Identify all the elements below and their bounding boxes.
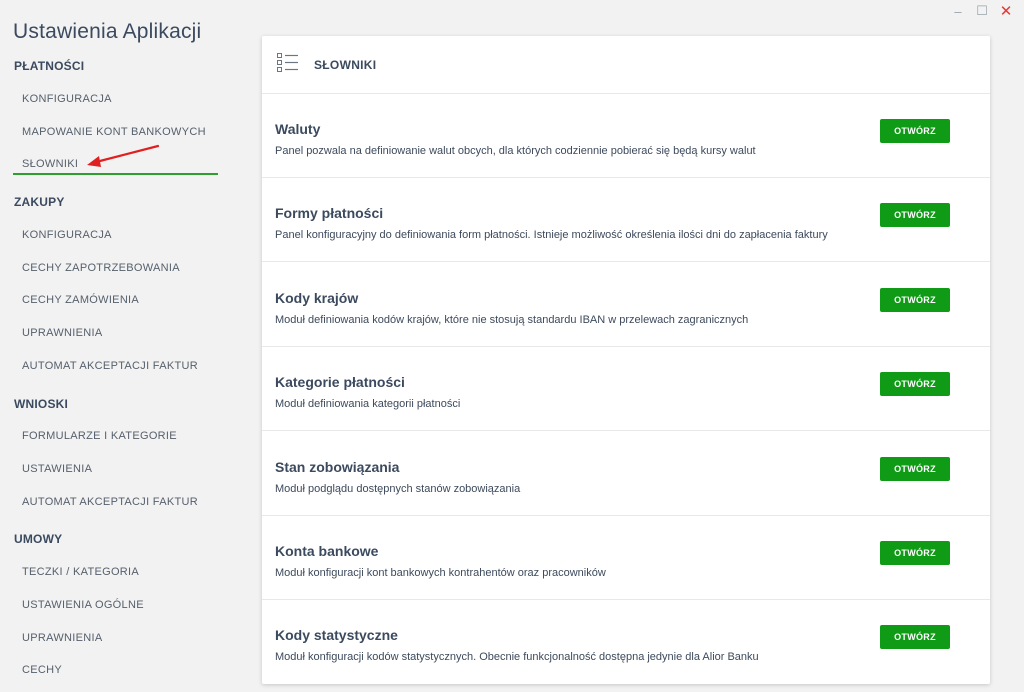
active-indicator <box>13 173 218 175</box>
open-button-formy-platnosci[interactable]: OTWÓRZ <box>880 203 950 227</box>
panel-title: SŁOWNIKI <box>314 58 377 72</box>
sidebar-item-cechy-zamowienia[interactable]: CECHY ZAMÓWIENIA <box>22 294 139 306</box>
list-icon <box>277 53 298 72</box>
list-item-kody-statystyczne: Kody statystyczne Moduł konfiguracji kod… <box>262 600 990 684</box>
item-title: Kody krajów <box>275 290 359 306</box>
list-item-konta-bankowe: Konta bankowe Moduł konfiguracji kont ba… <box>262 516 990 600</box>
item-description: Panel konfiguracyjny do definiowania for… <box>275 229 828 241</box>
maximize-icon[interactable]: ☐ <box>970 2 994 20</box>
section-platnosci: PŁATNOŚCI <box>14 59 85 73</box>
item-title: Stan zobowiązania <box>275 459 400 475</box>
sidebar-item-cechy-zapotrzebowania[interactable]: CECHY ZAPOTRZEBOWANIA <box>22 262 180 274</box>
section-umowy: UMOWY <box>14 532 63 546</box>
item-description: Moduł definiowania kategorii płatności <box>275 398 461 410</box>
sidebar-item-zakupy-uprawnienia[interactable]: UPRAWNIENIA <box>22 327 103 339</box>
list-item-kody-krajow: Kody krajów Moduł definiowania kodów kra… <box>262 263 990 347</box>
minimize-icon[interactable]: – <box>946 2 970 20</box>
app-title: Ustawienia Aplikacji <box>13 20 202 43</box>
list-item-kategorie-platnosci: Kategorie płatności Moduł definiowania k… <box>262 347 990 431</box>
sidebar-item-mapowanie-kont[interactable]: MAPOWANIE KONT BANKOWYCH <box>22 126 206 138</box>
item-title: Kody statystyczne <box>275 627 398 643</box>
sidebar-item-umowy-uprawnienia[interactable]: UPRAWNIENIA <box>22 632 103 644</box>
item-description: Moduł konfiguracji kont bankowych kontra… <box>275 567 606 579</box>
sidebar-item-wnioski-automat[interactable]: AUTOMAT AKCEPTACJI FAKTUR <box>22 496 198 508</box>
sidebar: Ustawienia Aplikacji PŁATNOŚCI KONFIGURA… <box>0 0 230 692</box>
list-item-stan-zobowiazania: Stan zobowiązania Moduł podglądu dostępn… <box>262 432 990 516</box>
item-title: Konta bankowe <box>275 543 379 559</box>
sidebar-item-formularze[interactable]: FORMULARZE I KATEGORIE <box>22 430 177 442</box>
sidebar-item-cechy[interactable]: CECHY <box>22 664 62 676</box>
item-title: Formy płatności <box>275 205 384 221</box>
open-button-kody-krajow[interactable]: OTWÓRZ <box>880 288 950 312</box>
item-title: Kategorie płatności <box>275 374 405 390</box>
section-zakupy: ZAKUPY <box>14 195 65 209</box>
sidebar-item-zakupy-konfiguracja[interactable]: KONFIGURACJA <box>22 229 112 241</box>
panel-header: SŁOWNIKI <box>262 36 990 94</box>
open-button-kody-statystyczne[interactable]: OTWÓRZ <box>880 625 950 649</box>
sidebar-item-platnosci-konfiguracja[interactable]: KONFIGURACJA <box>22 93 112 105</box>
sidebar-item-teczki[interactable]: TECZKI / KATEGORIA <box>22 566 139 578</box>
open-button-konta-bankowe[interactable]: OTWÓRZ <box>880 541 950 565</box>
dictionaries-panel: SŁOWNIKI Waluty Panel pozwala na definio… <box>262 36 990 684</box>
list-item-formy-platnosci: Formy płatności Panel konfiguracyjny do … <box>262 178 990 262</box>
open-button-kategorie-platnosci[interactable]: OTWÓRZ <box>880 372 950 396</box>
item-description: Moduł konfiguracji kodów statystycznych.… <box>275 651 759 663</box>
open-button-waluty[interactable]: OTWÓRZ <box>880 119 950 143</box>
close-icon[interactable]: ✕ <box>994 2 1018 20</box>
open-button-stan-zobowiazania[interactable]: OTWÓRZ <box>880 457 950 481</box>
window-controls: – ☐ ✕ <box>946 2 1018 20</box>
item-description: Panel pozwala na definiowanie walut obcy… <box>275 145 756 157</box>
sidebar-item-wnioski-ustawienia[interactable]: USTAWIENIA <box>22 463 92 475</box>
sidebar-item-zakupy-automat[interactable]: AUTOMAT AKCEPTACJI FAKTUR <box>22 360 198 372</box>
sidebar-item-ustawienia-ogolne[interactable]: USTAWIENIA OGÓLNE <box>22 599 144 611</box>
sidebar-item-slowniki[interactable]: SŁOWNIKI <box>22 158 78 170</box>
list-item-waluty: Waluty Panel pozwala na definiowanie wal… <box>262 94 990 178</box>
item-description: Moduł podglądu dostępnych stanów zobowią… <box>275 483 521 495</box>
section-wnioski: WNIOSKI <box>14 397 69 411</box>
red-arrow-annotation <box>87 144 160 167</box>
item-description: Moduł definiowania kodów krajów, które n… <box>275 314 749 326</box>
item-title: Waluty <box>275 121 321 137</box>
